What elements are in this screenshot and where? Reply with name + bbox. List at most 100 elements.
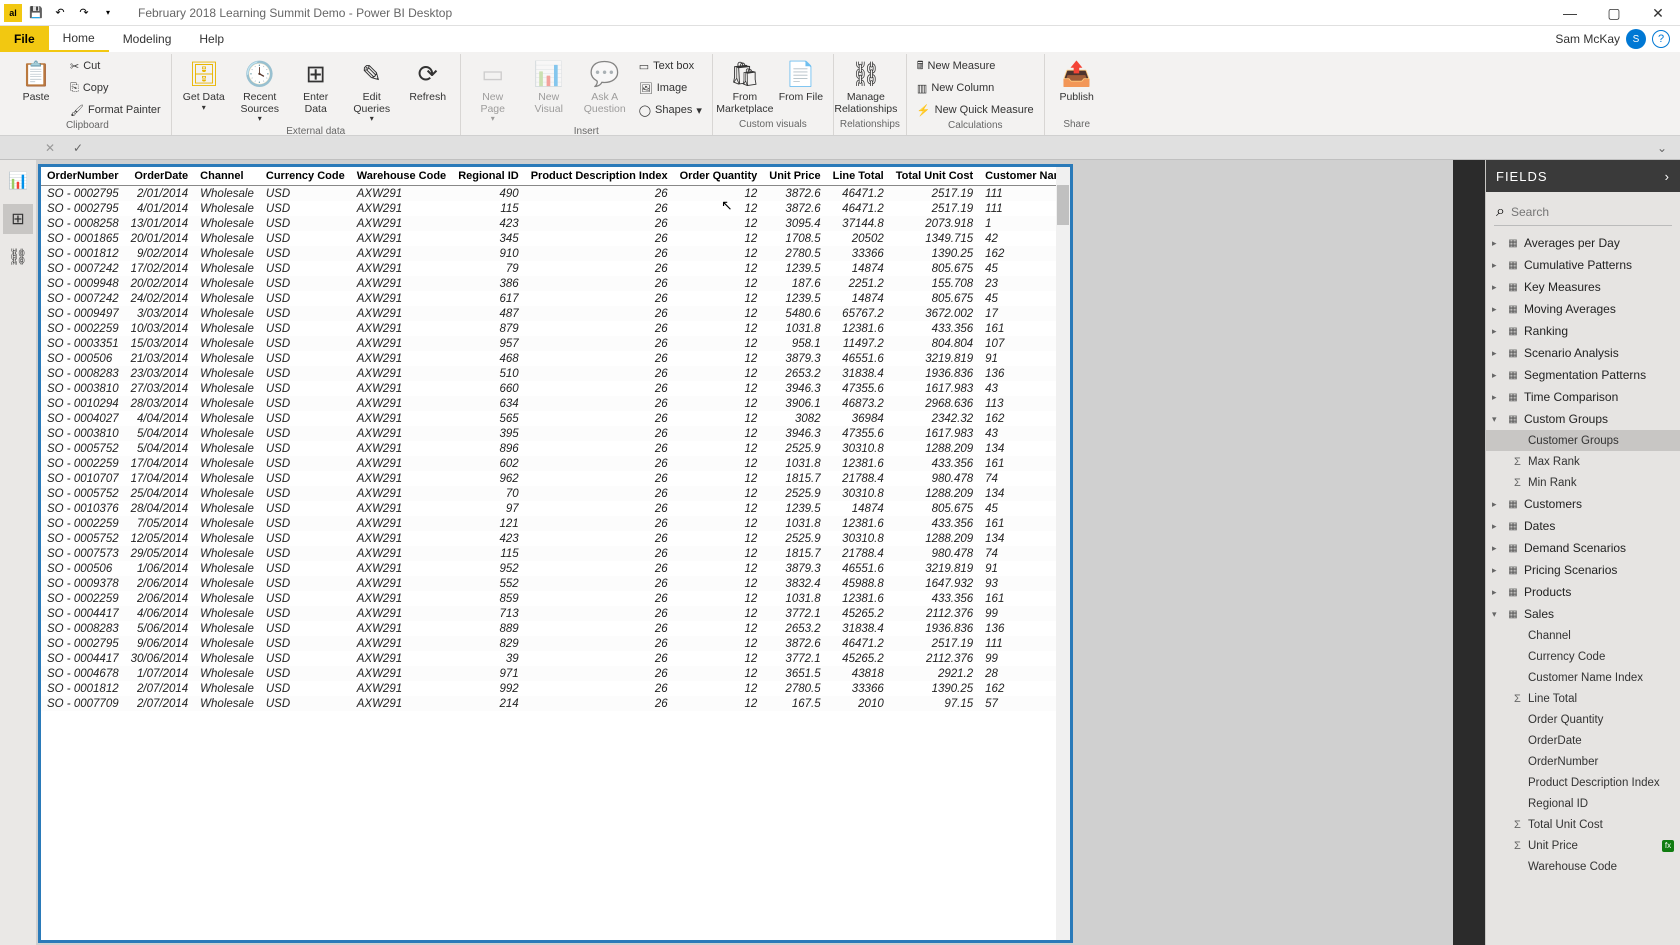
table-row[interactable]: SO - 000335115/03/2014WholesaleUSDAXW291… bbox=[41, 336, 1073, 351]
field-column[interactable]: OrderNumber bbox=[1486, 751, 1680, 772]
column-header[interactable]: Channel bbox=[194, 167, 260, 186]
table-row[interactable]: SO - 000825813/01/2014WholesaleUSDAXW291… bbox=[41, 216, 1073, 231]
field-column[interactable]: ΣUnit Pricefx bbox=[1486, 835, 1680, 856]
fields-pane-header[interactable]: FIELDS › bbox=[1486, 160, 1680, 192]
field-column[interactable]: Order Quantity bbox=[1486, 709, 1680, 730]
recent-sources-button[interactable]: 🕓Recent Sources▾ bbox=[234, 56, 286, 126]
new-column-button[interactable]: ▥ New Column bbox=[913, 78, 1038, 98]
field-column[interactable]: Channel bbox=[1486, 625, 1680, 646]
field-column[interactable]: OrderDate bbox=[1486, 730, 1680, 751]
from-file-button[interactable]: 📄From File bbox=[775, 56, 827, 106]
formula-commit-icon[interactable]: ✓ bbox=[68, 139, 88, 157]
field-column[interactable]: ΣTotal Unit Cost bbox=[1486, 814, 1680, 835]
tab-help[interactable]: Help bbox=[185, 26, 238, 52]
redo-button[interactable]: ↷ bbox=[74, 3, 94, 23]
tab-modeling[interactable]: Modeling bbox=[109, 26, 186, 52]
table-row[interactable]: SO - 00046781/07/2014WholesaleUSDAXW2919… bbox=[41, 666, 1073, 681]
qat-dropdown[interactable]: ▾ bbox=[98, 3, 118, 23]
field-table-custom-groups[interactable]: ▾▦Custom Groups bbox=[1486, 408, 1680, 430]
column-header[interactable]: Order Quantity bbox=[674, 167, 764, 186]
table-row[interactable]: SO - 00044174/06/2014WholesaleUSDAXW2917… bbox=[41, 606, 1073, 621]
new-measure-button[interactable]: 🖩 New Measure bbox=[913, 56, 1038, 76]
format-painter-button[interactable]: 🖌 Format Painter bbox=[66, 100, 165, 120]
close-button[interactable]: ✕ bbox=[1636, 0, 1680, 26]
field-column[interactable]: Warehouse Code bbox=[1486, 856, 1680, 877]
model-view-button[interactable]: ⛓ bbox=[3, 242, 33, 272]
minimize-button[interactable]: ― bbox=[1548, 0, 1592, 26]
formula-expand-icon[interactable]: ⌄ bbox=[1652, 139, 1672, 157]
shapes-button[interactable]: ◯ Shapes ▾ bbox=[635, 100, 706, 120]
copy-button[interactable]: ⎘ Copy bbox=[66, 78, 165, 98]
field-table-dates[interactable]: ▸▦Dates bbox=[1486, 515, 1680, 537]
table-row[interactable]: SO - 00027952/01/2014WholesaleUSDAXW2914… bbox=[41, 186, 1073, 202]
column-header[interactable]: Warehouse Code bbox=[351, 167, 452, 186]
table-row[interactable]: SO - 00022597/05/2014WholesaleUSDAXW2911… bbox=[41, 516, 1073, 531]
report-view-button[interactable]: 📊 bbox=[3, 166, 33, 196]
column-header[interactable]: Product Description Index bbox=[525, 167, 674, 186]
table-row[interactable]: SO - 00018129/02/2014WholesaleUSDAXW2919… bbox=[41, 246, 1073, 261]
enter-data-button[interactable]: ⊞Enter Data bbox=[290, 56, 342, 117]
table-row[interactable]: SO - 00038105/04/2014WholesaleUSDAXW2913… bbox=[41, 426, 1073, 441]
table-row[interactable]: SO - 001070717/04/2014WholesaleUSDAXW291… bbox=[41, 471, 1073, 486]
field-table-products[interactable]: ▸▦Products bbox=[1486, 581, 1680, 603]
field-table-cumulative-patterns[interactable]: ▸▦Cumulative Patterns bbox=[1486, 254, 1680, 276]
table-row[interactable]: SO - 000225917/04/2014WholesaleUSDAXW291… bbox=[41, 456, 1073, 471]
data-table[interactable]: OrderNumberOrderDateChannelCurrency Code… bbox=[38, 164, 1073, 943]
data-view-button[interactable]: ⊞ bbox=[3, 204, 33, 234]
paste-button[interactable]: 📋Paste bbox=[10, 56, 62, 106]
table-row[interactable]: SO - 000575225/04/2014WholesaleUSDAXW291… bbox=[41, 486, 1073, 501]
field-column[interactable]: Customer Name Index bbox=[1486, 667, 1680, 688]
table-row[interactable]: SO - 00094973/03/2014WholesaleUSDAXW2914… bbox=[41, 306, 1073, 321]
refresh-button[interactable]: ⟳Refresh bbox=[402, 56, 454, 106]
field-column[interactable]: Product Description Index bbox=[1486, 772, 1680, 793]
table-row[interactable]: SO - 000994820/02/2014WholesaleUSDAXW291… bbox=[41, 276, 1073, 291]
field-table-moving-averages[interactable]: ▸▦Moving Averages bbox=[1486, 298, 1680, 320]
field-table-scenario-analysis[interactable]: ▸▦Scenario Analysis bbox=[1486, 342, 1680, 364]
field-table-segmentation-patterns[interactable]: ▸▦Segmentation Patterns bbox=[1486, 364, 1680, 386]
table-row[interactable]: SO - 00077092/07/2014WholesaleUSDAXW2912… bbox=[41, 696, 1073, 711]
table-row[interactable]: SO - 000757329/05/2014WholesaleUSDAXW291… bbox=[41, 546, 1073, 561]
new-quick-measure-button[interactable]: ⚡ New Quick Measure bbox=[913, 100, 1038, 120]
publish-button[interactable]: 📤Publish bbox=[1051, 56, 1103, 106]
save-button[interactable]: 💾 bbox=[26, 3, 46, 23]
undo-button[interactable]: ↶ bbox=[50, 3, 70, 23]
field-column[interactable]: ΣMax Rank bbox=[1486, 451, 1680, 472]
table-row[interactable]: SO - 000575212/05/2014WholesaleUSDAXW291… bbox=[41, 531, 1073, 546]
table-row[interactable]: SO - 000381027/03/2014WholesaleUSDAXW291… bbox=[41, 381, 1073, 396]
maximize-button[interactable]: ▢ bbox=[1592, 0, 1636, 26]
field-table-ranking[interactable]: ▸▦Ranking bbox=[1486, 320, 1680, 342]
image-button[interactable]: 🖼 Image bbox=[635, 78, 706, 98]
field-column[interactable]: Currency Code bbox=[1486, 646, 1680, 667]
table-row[interactable]: SO - 001037628/04/2014WholesaleUSDAXW291… bbox=[41, 501, 1073, 516]
edit-queries-button[interactable]: ✎Edit Queries▾ bbox=[346, 56, 398, 126]
table-row[interactable]: SO - 00082835/06/2014WholesaleUSDAXW2918… bbox=[41, 621, 1073, 636]
table-row[interactable]: SO - 000724224/02/2014WholesaleUSDAXW291… bbox=[41, 291, 1073, 306]
table-row[interactable]: SO - 00040274/04/2014WholesaleUSDAXW2915… bbox=[41, 411, 1073, 426]
scrollbar-thumb[interactable] bbox=[1057, 185, 1069, 225]
vertical-scrollbar[interactable] bbox=[1056, 167, 1070, 940]
field-table-customers[interactable]: ▸▦Customers bbox=[1486, 493, 1680, 515]
help-icon[interactable]: ? bbox=[1652, 30, 1670, 48]
table-row[interactable]: SO - 000186520/01/2014WholesaleUSDAXW291… bbox=[41, 231, 1073, 246]
table-row[interactable]: SO - 00050621/03/2014WholesaleUSDAXW2914… bbox=[41, 351, 1073, 366]
field-table-demand-scenarios[interactable]: ▸▦Demand Scenarios bbox=[1486, 537, 1680, 559]
textbox-button[interactable]: ▭ Text box bbox=[635, 56, 706, 76]
field-table-time-comparison[interactable]: ▸▦Time Comparison bbox=[1486, 386, 1680, 408]
visualizations-pane-collapsed[interactable] bbox=[1453, 160, 1485, 945]
tab-home[interactable]: Home bbox=[49, 26, 109, 52]
table-row[interactable]: SO - 00093782/06/2014WholesaleUSDAXW2915… bbox=[41, 576, 1073, 591]
field-table-sales[interactable]: ▾▦Sales bbox=[1486, 603, 1680, 625]
tab-file[interactable]: File bbox=[0, 26, 49, 52]
table-row[interactable]: SO - 00027959/06/2014WholesaleUSDAXW2918… bbox=[41, 636, 1073, 651]
column-header[interactable]: Total Unit Cost bbox=[890, 167, 979, 186]
column-header[interactable]: Currency Code bbox=[260, 167, 351, 186]
table-row[interactable]: SO - 00027954/01/2014WholesaleUSDAXW2911… bbox=[41, 201, 1073, 216]
column-header[interactable]: OrderDate bbox=[125, 167, 195, 186]
field-column[interactable]: ΣMin Rank bbox=[1486, 472, 1680, 493]
column-header[interactable]: Line Total bbox=[827, 167, 890, 186]
search-input[interactable] bbox=[1511, 205, 1670, 219]
column-header[interactable]: Regional ID bbox=[452, 167, 525, 186]
fields-search[interactable]: ⌕ bbox=[1494, 198, 1672, 226]
field-column[interactable]: Regional ID bbox=[1486, 793, 1680, 814]
field-table-averages-per-day[interactable]: ▸▦Averages per Day bbox=[1486, 232, 1680, 254]
